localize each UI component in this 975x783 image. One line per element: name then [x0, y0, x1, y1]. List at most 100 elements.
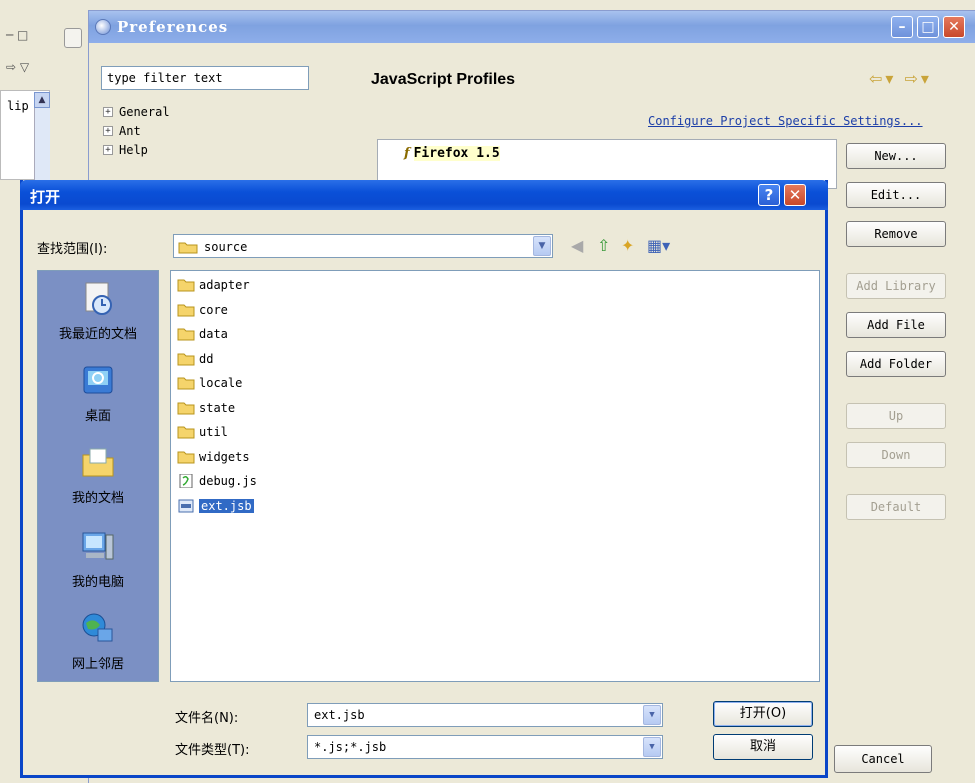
maximize-button[interactable]: □ — [917, 16, 939, 38]
folder-icon — [177, 377, 195, 390]
desktop-icon — [83, 366, 113, 394]
dialog-title: 打开 — [30, 188, 61, 206]
look-in-label: 查找范围(I): — [37, 242, 108, 257]
file-list-item[interactable]: debug.js — [175, 471, 257, 491]
expand-icon[interactable]: + — [103, 145, 113, 155]
default-button[interactable]: Default — [846, 494, 946, 520]
place-my-documents[interactable]: 我的文档 — [38, 445, 158, 506]
look-in-combo[interactable]: source ▼ — [173, 234, 553, 258]
function-icon: f — [404, 146, 410, 161]
add-library-button[interactable]: Add Library — [846, 273, 946, 299]
view-menu-icon[interactable]: ⇨ ▽ — [6, 60, 29, 74]
chevron-down-icon[interactable]: ▼ — [643, 705, 661, 725]
remove-button[interactable]: Remove — [846, 221, 946, 247]
folder-icon — [178, 242, 198, 254]
edit-button[interactable]: Edit... — [846, 182, 946, 208]
expand-icon[interactable]: + — [103, 126, 113, 136]
file-list-item[interactable]: core — [175, 300, 228, 320]
filter-input[interactable]: type filter text — [101, 66, 309, 90]
file-name-value: ext.jsb — [314, 708, 365, 722]
tree-item-general[interactable]: + General — [101, 103, 349, 122]
view-menu-icon[interactable]: ▦▾ — [647, 236, 670, 255]
chevron-down-icon[interactable]: ▼ — [643, 737, 661, 757]
my-computer-icon — [82, 532, 114, 560]
file-list-item[interactable]: adapter — [175, 275, 250, 295]
file-name: util — [199, 425, 228, 439]
chevron-down-icon[interactable]: ▼ — [533, 236, 551, 256]
file-name: data — [199, 327, 228, 341]
up-button[interactable]: Up — [846, 403, 946, 429]
cancel-button[interactable]: 取消 — [713, 734, 813, 760]
tree-item-ant[interactable]: + Ant — [101, 122, 349, 141]
add-folder-button[interactable]: Add Folder — [846, 351, 946, 377]
open-file-dialog: 打开 ? ✕ 查找范围(I): source ▼ ◀ ⇧ ✦ ▦▾ 我最近的文档… — [20, 180, 828, 778]
folder-icon — [177, 426, 195, 439]
help-button[interactable]: ? — [758, 184, 780, 206]
file-list-item[interactable]: data — [175, 324, 228, 344]
look-in-value: source — [204, 240, 248, 254]
network-places-icon — [82, 613, 113, 642]
file-name: core — [199, 302, 228, 317]
preferences-title: Preferences — [117, 18, 229, 36]
down-button[interactable]: Down — [846, 442, 946, 468]
folder-icon — [177, 353, 195, 365]
add-file-button[interactable]: Add File — [846, 312, 946, 338]
new-button[interactable]: New... — [846, 143, 946, 169]
file-list-item[interactable]: widgets — [175, 447, 250, 467]
file-name: state — [199, 400, 236, 415]
place-my-computer[interactable]: 我的电脑 — [38, 529, 158, 590]
dialog-titlebar[interactable]: 打开 ? ✕ — [20, 180, 828, 210]
file-list-item[interactable]: dd — [175, 349, 213, 369]
folder-icon — [177, 402, 195, 414]
file-name: locale — [199, 376, 243, 390]
expand-icon[interactable]: + — [103, 107, 113, 117]
file-name: ext.jsb — [199, 498, 254, 513]
preferences-titlebar[interactable]: Preferences – □ ✕ — [89, 11, 975, 43]
places-bar: 我最近的文档 桌面 我的文档 我的电脑 网上邻居 — [37, 270, 159, 682]
preferences-tree: + General + Ant + Help — [101, 103, 349, 160]
place-desktop[interactable]: 桌面 — [38, 363, 158, 424]
configure-project-link[interactable]: Configure Project Specific Settings... — [648, 114, 923, 128]
place-recent[interactable]: 我最近的文档 — [38, 281, 158, 342]
close-button[interactable]: ✕ — [943, 16, 965, 38]
file-list-item[interactable]: locale — [175, 373, 242, 393]
folder-icon — [177, 304, 195, 316]
editor-tab-icon[interactable] — [64, 28, 82, 48]
up-folder-icon[interactable]: ⇧ — [597, 236, 610, 255]
open-button[interactable]: 打开(O) — [713, 701, 813, 727]
minimize-button[interactable]: – — [891, 16, 913, 38]
back-icon[interactable]: ◀ — [571, 236, 583, 255]
file-list-item[interactable]: state — [175, 398, 235, 418]
page-heading: JavaScript Profiles — [371, 71, 516, 88]
file-icon — [178, 499, 194, 512]
scroll-up-button[interactable]: ▲ — [34, 92, 50, 108]
profile-item[interactable]: f Firefox 1.5 — [404, 146, 500, 161]
minimize-maximize-icons[interactable]: ─ □ — [6, 28, 28, 42]
file-name: dd — [199, 351, 214, 366]
folder-icon — [177, 451, 195, 463]
new-folder-icon[interactable]: ✦ — [621, 236, 634, 255]
file-name: widgets — [199, 449, 250, 464]
recent-documents-icon — [85, 282, 112, 315]
file-list: adapter core data dd locale state util widgets d… — [170, 270, 820, 682]
place-network[interactable]: 网上邻居 — [38, 611, 158, 672]
editor-text: lip — [7, 99, 29, 113]
script-file-icon — [179, 474, 193, 488]
file-type-label: 文件类型(T): — [175, 743, 250, 758]
dialog-close-button[interactable]: ✕ — [784, 184, 806, 206]
my-documents-icon — [82, 448, 114, 477]
preferences-cancel-button[interactable]: Cancel — [834, 745, 932, 773]
file-type-value: *.js;*.jsb — [314, 740, 387, 754]
file-name: adapter — [199, 278, 250, 292]
file-list-item[interactable]: util — [175, 422, 228, 442]
file-name-label: 文件名(N): — [175, 711, 239, 726]
eclipse-icon — [95, 19, 111, 35]
file-name-combo[interactable]: ext.jsb ▼ — [307, 703, 663, 727]
file-type-combo[interactable]: *.js;*.jsb ▼ — [307, 735, 663, 759]
folder-icon — [177, 328, 195, 341]
file-name: debug.js — [199, 474, 257, 488]
file-list-item[interactable]: ext.jsb — [175, 496, 254, 516]
tree-item-help[interactable]: + Help — [101, 141, 349, 160]
back-forward-icons[interactable]: ⇦▾ ⇨▾ — [869, 69, 932, 88]
folder-icon — [177, 279, 195, 292]
